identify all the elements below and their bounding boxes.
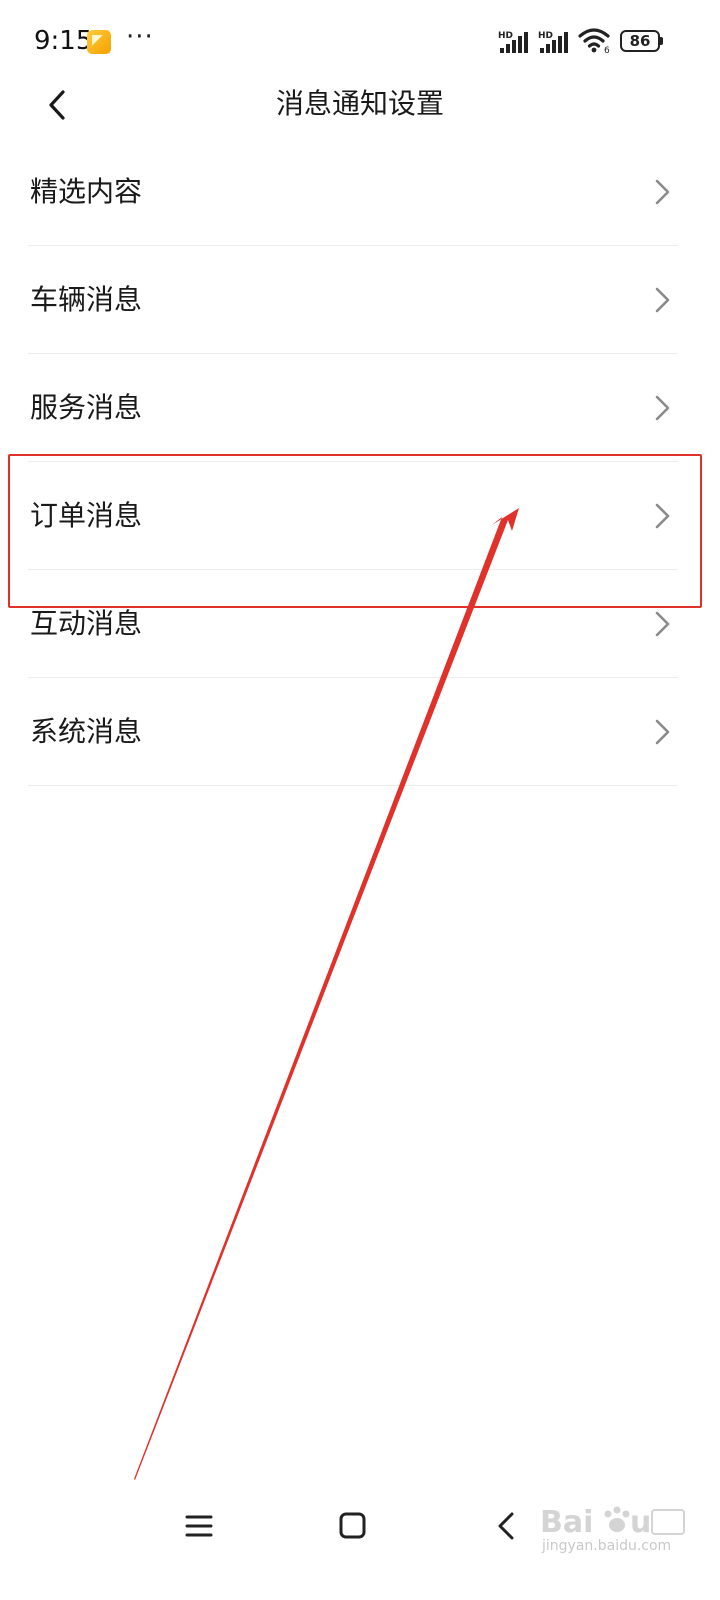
divider [28, 785, 678, 786]
menu-item-label: 车辆消息 [30, 283, 143, 316]
page-title: 消息通知设置 [275, 87, 444, 120]
chevron-right-icon [655, 179, 670, 205]
menu-item-vehicle-messages[interactable]: 车辆消息 [0, 246, 720, 354]
chevron-right-icon [655, 611, 670, 637]
recent-apps-button[interactable] [175, 1502, 225, 1552]
menu-item-order-messages[interactable]: 订单消息 [0, 462, 720, 570]
network-type-label: HD [538, 31, 553, 41]
chevron-right-icon [655, 287, 670, 313]
cellular-signal-icon: HD [498, 31, 528, 53]
battery-icon: 86 [620, 30, 664, 52]
nav-back-button[interactable] [482, 1502, 532, 1552]
wifi-badge: 6 [604, 46, 610, 54]
battery-level: 86 [629, 32, 651, 50]
screen: 9:15 ··· HD HD 6 86 消息通知设置 精选内容 车辆消息 服务消… [0, 0, 720, 1600]
home-square-icon [339, 1512, 366, 1539]
menu-item-label: 系统消息 [30, 715, 143, 748]
chevron-right-icon [655, 719, 670, 745]
menu-item-label: 精选内容 [30, 175, 143, 208]
wifi-icon: 6 [578, 28, 610, 54]
menu-icon [185, 1515, 213, 1537]
menu-item-service-messages[interactable]: 服务消息 [0, 354, 720, 462]
menu-list: 精选内容 车辆消息 服务消息 订单消息 互动消息 系统消息 [0, 138, 720, 786]
menu-item-featured-content[interactable]: 精选内容 [0, 138, 720, 246]
navigation-bar [0, 1490, 720, 1560]
network-type-label: HD [498, 31, 513, 41]
home-button[interactable] [328, 1502, 378, 1552]
chevron-right-icon [655, 395, 670, 421]
status-time: 9:15 [34, 26, 93, 56]
header: 消息通知设置 [0, 70, 720, 140]
notes-app-icon [87, 30, 111, 54]
menu-item-interaction-messages[interactable]: 互动消息 [0, 570, 720, 678]
menu-item-label: 订单消息 [30, 499, 143, 532]
chevron-right-icon [655, 503, 670, 529]
menu-item-system-messages[interactable]: 系统消息 [0, 678, 720, 786]
more-notifications-icon: ··· [126, 22, 154, 52]
menu-item-label: 互动消息 [30, 607, 143, 640]
cellular-signal-icon: HD [538, 31, 568, 53]
chevron-left-icon [498, 1512, 514, 1540]
chevron-left-icon [49, 90, 65, 120]
back-button[interactable] [34, 80, 84, 130]
menu-item-label: 服务消息 [30, 391, 143, 424]
